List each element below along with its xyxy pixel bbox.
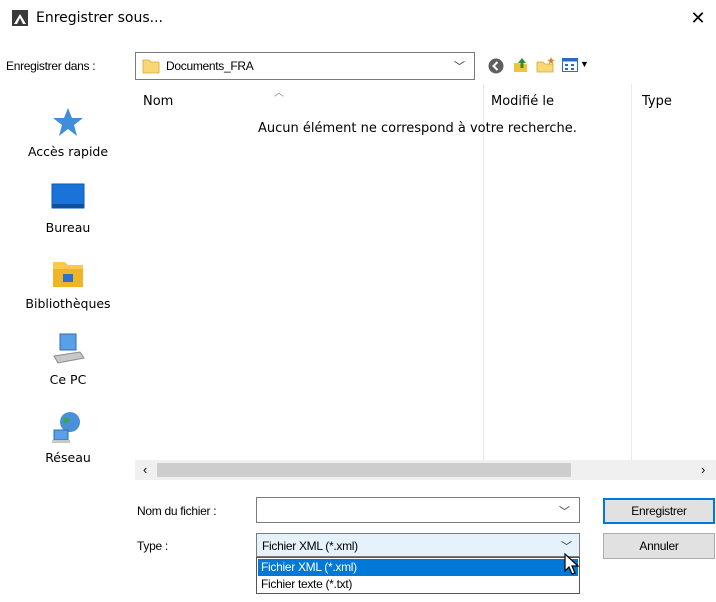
type-dropdown-list: Fichier XML (*.xml) Fichier texte (*.txt… [256, 557, 580, 594]
mouse-cursor-icon [564, 553, 580, 575]
chevron-down-icon[interactable]: ﹀ [561, 538, 572, 554]
window-title: Enregistrer sous... [36, 10, 163, 26]
scroll-left-icon[interactable]: ‹ [143, 462, 147, 477]
place-label: Bibliothèques [25, 296, 111, 311]
folder-dropdown[interactable]: Documents_FRA ﹀ [135, 52, 475, 80]
scrollbar-thumb[interactable] [157, 463, 571, 477]
sort-ascending-icon: ︿ [274, 88, 284, 99]
close-button[interactable]: ✕ [684, 4, 712, 32]
column-header-type[interactable]: Type [642, 94, 672, 109]
type-select[interactable]: Fichier XML (*.xml) ﹀ [256, 533, 580, 557]
place-label: Accès rapide [27, 144, 109, 159]
chevron-down-icon: ﹀ [454, 61, 465, 73]
column-header-modified[interactable]: Modifié le [491, 94, 554, 109]
empty-message: Aucun élément ne correspond à votre rech… [258, 121, 577, 136]
place-label: Ce PC [49, 372, 87, 387]
app-icon [12, 10, 28, 26]
type-option-txt[interactable]: Fichier texte (*.txt) [258, 576, 578, 593]
folder-name: Documents_FRA [166, 59, 254, 73]
view-dropdown-arrow-icon[interactable]: ▼ [580, 59, 589, 69]
filename-label: Nom du fichier : [137, 504, 217, 518]
place-label: Réseau [45, 450, 91, 465]
file-list[interactable] [135, 84, 716, 460]
filename-input[interactable]: ﹀ [256, 497, 580, 523]
type-value: Fichier XML (*.xml) [262, 539, 358, 553]
save-in-label: Enregistrer dans : [6, 59, 96, 73]
column-divider [631, 84, 632, 460]
save-button[interactable]: Enregistrer [603, 498, 715, 524]
folder-icon [142, 59, 160, 74]
column-header-name[interactable]: Nom [143, 94, 173, 109]
place-label: Bureau [45, 220, 91, 235]
network-icon [52, 412, 80, 443]
view-menu-icon[interactable] [562, 57, 578, 73]
back-arrow-icon[interactable] [488, 58, 504, 74]
star-icon [53, 108, 83, 136]
scroll-right-icon[interactable]: › [701, 462, 705, 477]
horizontal-scrollbar[interactable]: ‹ › [135, 460, 716, 480]
type-label: Type : [137, 539, 168, 553]
libraries-icon [53, 262, 83, 287]
chevron-down-icon[interactable]: ﹀ [559, 503, 570, 519]
column-divider [483, 84, 484, 460]
desktop-icon [51, 183, 85, 209]
cancel-button[interactable]: Annuler [603, 533, 715, 559]
new-folder-icon[interactable] [536, 56, 556, 74]
computer-icon [53, 333, 85, 364]
type-option-xml[interactable]: Fichier XML (*.xml) [258, 559, 578, 576]
up-folder-icon[interactable] [512, 56, 530, 74]
